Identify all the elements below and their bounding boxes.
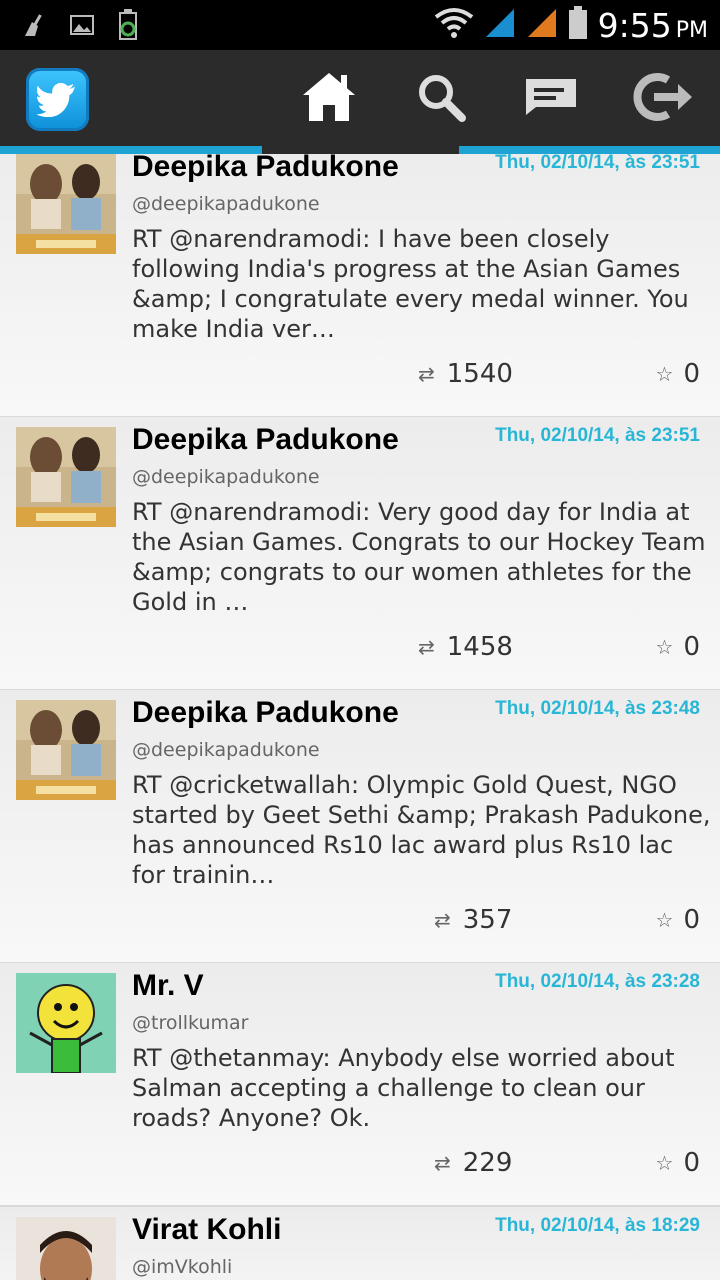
retweet-count-value: 357 [462, 905, 513, 935]
avatar[interactable] [16, 427, 116, 527]
tweet-author-name[interactable]: Deepika Padukone [132, 696, 399, 730]
battery-saver-icon [116, 9, 140, 45]
battery-icon [568, 6, 588, 44]
tweet-feed[interactable]: Deepika Padukone Thu, 02/10/14, às 23:51… [0, 154, 720, 1280]
retweet-count-value: 1540 [446, 359, 513, 389]
retweet-icon: ⇄ [418, 362, 435, 386]
logout-button[interactable] [626, 64, 696, 134]
tweet-text: RT @thetanmay: Anybody else worried abou… [132, 1044, 675, 1132]
clock-ampm: PM [675, 17, 708, 43]
retweet-count-value: 229 [462, 1148, 513, 1178]
favorite-count-value: 0 [683, 1148, 700, 1178]
tweet-handle[interactable]: @deepikapadukone [132, 466, 320, 488]
home-icon [301, 71, 357, 127]
clock: 9:55 PM [598, 6, 708, 45]
favorite-count-value: 0 [683, 632, 700, 662]
retweet-icon: ⇄ [418, 635, 435, 659]
signal-icon-2 [526, 7, 558, 43]
message-icon [524, 77, 578, 121]
retweet-count[interactable]: ⇄ 1540 [418, 359, 513, 389]
tweet-date: Thu, 02/10/14, às 23:51 [495, 425, 700, 446]
home-button[interactable] [294, 64, 364, 134]
star-icon: ☆ [655, 1151, 674, 1175]
tweet-item[interactable]: Deepika Padukone Thu, 02/10/14, às 23:51… [0, 154, 720, 418]
search-button[interactable] [406, 64, 476, 134]
favorite-count-value: 0 [683, 359, 700, 389]
tweet-handle[interactable]: @trollkumar [132, 1012, 248, 1034]
messages-button[interactable] [516, 64, 586, 134]
tweet-handle[interactable]: @deepikapadukone [132, 193, 320, 215]
favorite-count[interactable]: ☆ 0 [656, 359, 700, 389]
star-icon: ☆ [655, 908, 674, 932]
tweet-item[interactable]: Mr. V Thu, 02/10/14, às 23:28 @trollkuma… [0, 963, 720, 1207]
wifi-icon [434, 7, 474, 43]
star-icon: ☆ [655, 362, 674, 386]
tweet-text: RT @cricketwallah: Olympic Gold Quest, N… [132, 771, 711, 889]
tab-indicator [0, 146, 720, 154]
favorite-count[interactable]: ☆ 0 [656, 905, 700, 935]
retweet-count-value: 1458 [446, 632, 513, 662]
tweet-date: Thu, 02/10/14, às 18:29 [495, 1215, 700, 1236]
tweet-author-name[interactable]: Deepika Padukone [132, 154, 399, 184]
tweet-item[interactable]: Virat Kohli Thu, 02/10/14, às 18:29 @imV… [0, 1207, 720, 1280]
tweet-author-name[interactable]: Mr. V [132, 969, 204, 1003]
retweet-count[interactable]: ⇄ 1458 [418, 632, 513, 662]
avatar[interactable] [16, 1217, 116, 1280]
tweet-author-name[interactable]: Deepika Padukone [132, 423, 399, 457]
favorite-count[interactable]: ☆ 0 [656, 1148, 700, 1178]
tweet-date: Thu, 02/10/14, às 23:48 [495, 698, 700, 719]
cleaner-icon [22, 12, 48, 42]
avatar[interactable] [16, 973, 116, 1073]
tweet-handle[interactable]: @imVkohli [132, 1256, 232, 1278]
tweet-item[interactable]: Deepika Padukone Thu, 02/10/14, às 23:51… [0, 417, 720, 691]
star-icon: ☆ [655, 635, 674, 659]
retweet-icon: ⇄ [434, 1151, 451, 1175]
avatar[interactable] [16, 154, 116, 254]
search-icon [416, 72, 466, 126]
twitter-logo-icon[interactable] [26, 68, 89, 131]
retweet-count[interactable]: ⇄ 229 [434, 1148, 512, 1178]
favorite-count[interactable]: ☆ 0 [656, 632, 700, 662]
tweet-text: RT @narendramodi: Very good day for Indi… [132, 498, 706, 616]
retweet-count[interactable]: ⇄ 357 [434, 905, 512, 935]
favorite-count-value: 0 [683, 905, 700, 935]
action-bar [0, 50, 720, 146]
retweet-icon: ⇄ [434, 908, 451, 932]
logout-icon [630, 72, 692, 126]
avatar[interactable] [16, 700, 116, 800]
tweet-item[interactable]: Deepika Padukone Thu, 02/10/14, às 23:48… [0, 690, 720, 964]
signal-icon-1 [484, 7, 516, 43]
tweet-date: Thu, 02/10/14, às 23:51 [495, 154, 700, 173]
tweet-date: Thu, 02/10/14, às 23:28 [495, 971, 700, 992]
status-bar: 9:55 PM [0, 0, 720, 50]
tweet-handle[interactable]: @deepikapadukone [132, 739, 320, 761]
tweet-author-name[interactable]: Virat Kohli [132, 1213, 281, 1247]
tweet-text: RT @narendramodi: I have been closely fo… [132, 225, 689, 343]
gallery-icon [70, 13, 94, 41]
clock-time: 9:55 [597, 5, 672, 45]
